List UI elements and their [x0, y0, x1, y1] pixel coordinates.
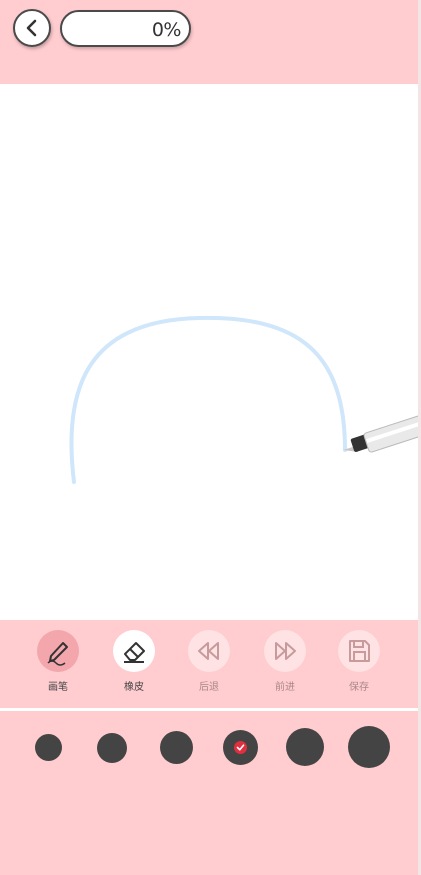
save-label: 保存	[349, 682, 369, 693]
drawing-canvas[interactable]	[0, 84, 421, 620]
tool-eraser[interactable]: 橡皮	[104, 630, 164, 693]
pencil-label: 画笔	[48, 682, 68, 693]
toolbar: 画笔 橡皮 后退 前进 保存	[0, 620, 421, 708]
undo-button[interactable]	[188, 630, 230, 672]
tool-pencil[interactable]: 画笔	[28, 630, 88, 693]
brush-size-1[interactable]	[35, 734, 62, 761]
save-icon	[349, 640, 370, 662]
progress-indicator: 0%	[60, 10, 191, 47]
pen-cursor-icon	[343, 415, 421, 453]
save-button[interactable]	[338, 630, 380, 672]
back-button[interactable]	[13, 9, 51, 47]
redo-icon	[275, 642, 296, 660]
pencil-icon	[47, 642, 68, 666]
brush-size-5[interactable]	[286, 728, 324, 766]
check-icon	[234, 741, 247, 754]
redo-label: 前进	[275, 682, 295, 693]
brush-size-panel	[0, 711, 421, 875]
tool-undo[interactable]: 后退	[179, 630, 239, 693]
chevron-left-icon	[26, 19, 37, 37]
eraser-label: 橡皮	[124, 682, 144, 693]
canvas-drawing	[69, 315, 421, 484]
eraser-button[interactable]	[113, 630, 155, 672]
brush-size-2[interactable]	[97, 733, 127, 763]
eraser-icon	[124, 642, 145, 663]
undo-icon	[198, 642, 219, 660]
brush-size-6[interactable]	[348, 726, 390, 768]
progress-text: 0%	[151, 19, 182, 41]
brush-size-4-selected[interactable]	[223, 730, 258, 765]
tool-save[interactable]: 保存	[329, 630, 389, 693]
pencil-button[interactable]	[37, 630, 79, 672]
top-bar: 0%	[0, 0, 421, 84]
drawn-stroke	[69, 315, 347, 484]
undo-label: 后退	[199, 682, 219, 693]
tool-redo[interactable]: 前进	[255, 630, 315, 693]
brush-size-3[interactable]	[160, 731, 193, 764]
redo-button[interactable]	[264, 630, 306, 672]
